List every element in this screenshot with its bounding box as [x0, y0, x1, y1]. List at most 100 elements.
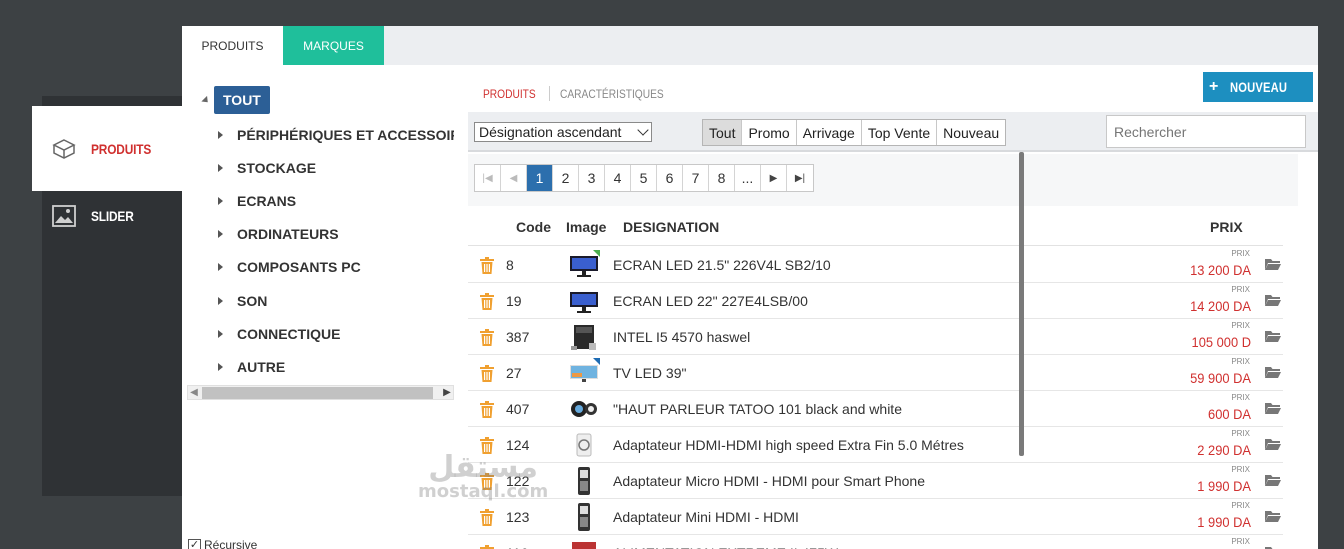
folder-icon[interactable]: [1265, 438, 1281, 456]
folder-icon[interactable]: [1265, 474, 1281, 492]
expanded-triangle-icon[interactable]: [201, 95, 211, 105]
list-vertical-scrollbar[interactable]: [1018, 152, 1026, 456]
page-ellipsis[interactable]: ...: [735, 165, 761, 191]
folder-icon[interactable]: [1265, 330, 1281, 348]
folder-icon[interactable]: [1265, 366, 1281, 384]
new-button-label: NOUVEAU: [1230, 79, 1288, 95]
caret-right-icon[interactable]: [218, 263, 223, 271]
tree-root-tout[interactable]: TOUT: [214, 86, 270, 114]
folder-icon[interactable]: [1265, 510, 1281, 528]
column-designation[interactable]: DESIGNATION: [623, 219, 719, 235]
table-row[interactable]: 27 TV LED 39" PRIX 59 900 DA: [468, 355, 1283, 391]
filter-promo[interactable]: Promo: [742, 120, 797, 145]
column-price[interactable]: PRIX: [1210, 219, 1243, 235]
product-code: 407: [506, 401, 530, 417]
caret-right-icon[interactable]: [218, 197, 223, 205]
box-icon: [52, 138, 76, 160]
product-thumbnail: [568, 358, 600, 388]
trash-icon[interactable]: [480, 509, 494, 531]
tab-produits[interactable]: PRODUITS: [182, 26, 283, 65]
caret-right-icon[interactable]: [218, 363, 223, 371]
folder-icon[interactable]: [1265, 258, 1281, 276]
page-button[interactable]: 8: [709, 165, 735, 191]
tree-item[interactable]: AUTRE: [218, 357, 285, 377]
caret-right-icon[interactable]: [218, 230, 223, 238]
tree-item[interactable]: ECRANS: [218, 191, 296, 211]
tree-item[interactable]: SON: [218, 291, 267, 311]
caret-right-icon[interactable]: [218, 164, 223, 172]
scroll-right-icon[interactable]: ▶: [441, 386, 453, 399]
table-row[interactable]: 122 Adaptateur Micro HDMI - HDMI pour Sma…: [468, 463, 1283, 499]
scroll-left-icon[interactable]: ◀: [188, 386, 200, 399]
trash-icon[interactable]: [480, 293, 494, 315]
product-price: 600 DA: [1208, 406, 1251, 422]
tree-horizontal-scrollbar[interactable]: ◀ ▶: [187, 385, 454, 400]
prev-page-icon[interactable]: ◀: [501, 165, 527, 191]
trash-icon[interactable]: [480, 545, 494, 549]
product-code: 124: [506, 437, 530, 453]
sort-select[interactable]: Désignation ascendant: [474, 122, 652, 142]
filter-arrivage[interactable]: Arrivage: [797, 120, 862, 145]
folder-icon[interactable]: [1265, 294, 1281, 312]
tree-item[interactable]: COMPOSANTS PC: [218, 257, 361, 277]
product-price: 59 900 DA: [1190, 370, 1251, 386]
table-row[interactable]: 19 ECRAN LED 22" 227E4LSB/00 PRIX 14 200 DA: [468, 283, 1283, 319]
last-page-icon[interactable]: ▶|: [787, 165, 813, 191]
scrollbar-thumb[interactable]: [202, 387, 433, 399]
new-product-button[interactable]: + NOUVEAU: [1203, 72, 1313, 102]
table-row[interactable]: 8 ECRAN LED 21.5" 226V4L SB2/10 PRIX 13 200…: [468, 247, 1283, 283]
next-page-icon[interactable]: ▶: [761, 165, 787, 191]
trash-icon[interactable]: [480, 401, 494, 423]
tab-marques[interactable]: MARQUES: [283, 26, 384, 65]
subtab-produits[interactable]: PRODUITS: [483, 87, 536, 101]
table-row[interactable]: 116 ALIMENTATION EXTREME II 475W PRIX: [468, 535, 1283, 549]
table-row[interactable]: 124 Adaptateur HDMI-HDMI high speed Extra…: [468, 427, 1283, 463]
first-page-icon[interactable]: |◀: [475, 165, 501, 191]
trash-icon[interactable]: [480, 473, 494, 495]
caret-right-icon[interactable]: [218, 131, 223, 139]
trash-icon[interactable]: [480, 329, 494, 351]
search-input[interactable]: [1106, 115, 1306, 148]
trash-icon[interactable]: [480, 437, 494, 459]
sidebar-item-label: PRODUITS: [91, 140, 152, 157]
product-designation: Adaptateur HDMI-HDMI high speed Extra Fi…: [613, 437, 964, 453]
page-button[interactable]: 6: [657, 165, 683, 191]
tree-item[interactable]: ORDINATEURS: [218, 224, 339, 244]
pagination: |◀ ◀ 1 2 3 4 5 6 7 8 ... ▶ ▶|: [474, 164, 814, 192]
filter-tout[interactable]: Tout: [703, 120, 743, 145]
tree-root: TOUT: [201, 86, 270, 114]
trash-icon[interactable]: [480, 365, 494, 387]
trash-icon[interactable]: [480, 257, 494, 279]
page-button[interactable]: 1: [527, 165, 553, 191]
category-tree: PÉRIPHÉRIQUES ET ACCESSOIRES STOCKAGE EC…: [182, 122, 454, 392]
page-button[interactable]: 2: [553, 165, 579, 191]
page-button[interactable]: 4: [605, 165, 631, 191]
table-row[interactable]: 407 "HAUT PARLEUR TATOO 101 black and whi…: [468, 391, 1283, 427]
product-designation: ECRAN LED 21.5" 226V4L SB2/10: [613, 257, 831, 273]
filter-top-vente[interactable]: Top Vente: [862, 120, 938, 145]
product-thumbnail: [568, 322, 600, 352]
tree-item[interactable]: STOCKAGE: [218, 158, 316, 178]
column-code[interactable]: Code: [516, 219, 551, 235]
product-code: 8: [506, 257, 514, 273]
caret-right-icon[interactable]: [218, 330, 223, 338]
page-button[interactable]: 3: [579, 165, 605, 191]
filter-nouveau[interactable]: Nouveau: [937, 120, 1005, 145]
scrollbar-thumb[interactable]: [1019, 152, 1024, 456]
filter-button-group: Tout Promo Arrivage Top Vente Nouveau: [702, 119, 1007, 146]
sidebar-item-slider[interactable]: SLIDER: [32, 176, 182, 256]
page-button[interactable]: 5: [631, 165, 657, 191]
recursive-option[interactable]: ✓ Récursive: [188, 538, 257, 549]
table-row[interactable]: 387 INTEL I5 4570 haswel PRIX 105 000 D: [468, 319, 1283, 355]
product-price: 14 200 DA: [1190, 298, 1251, 314]
tree-item[interactable]: CONNECTIQUE: [218, 324, 340, 344]
folder-icon[interactable]: [1265, 402, 1281, 420]
recursive-checkbox[interactable]: ✓: [188, 538, 201, 549]
table-row[interactable]: 123 Adaptateur Mini HDMI - HDMI PRIX 1 990 …: [468, 499, 1283, 535]
caret-right-icon[interactable]: [218, 297, 223, 305]
product-thumbnail: [568, 430, 600, 460]
product-code: 122: [506, 473, 530, 489]
subtab-caracteristiques[interactable]: CARACTÉRISTIQUES: [560, 87, 664, 101]
tree-item[interactable]: PÉRIPHÉRIQUES ET ACCESSOIRES: [218, 125, 454, 145]
page-button[interactable]: 7: [683, 165, 709, 191]
